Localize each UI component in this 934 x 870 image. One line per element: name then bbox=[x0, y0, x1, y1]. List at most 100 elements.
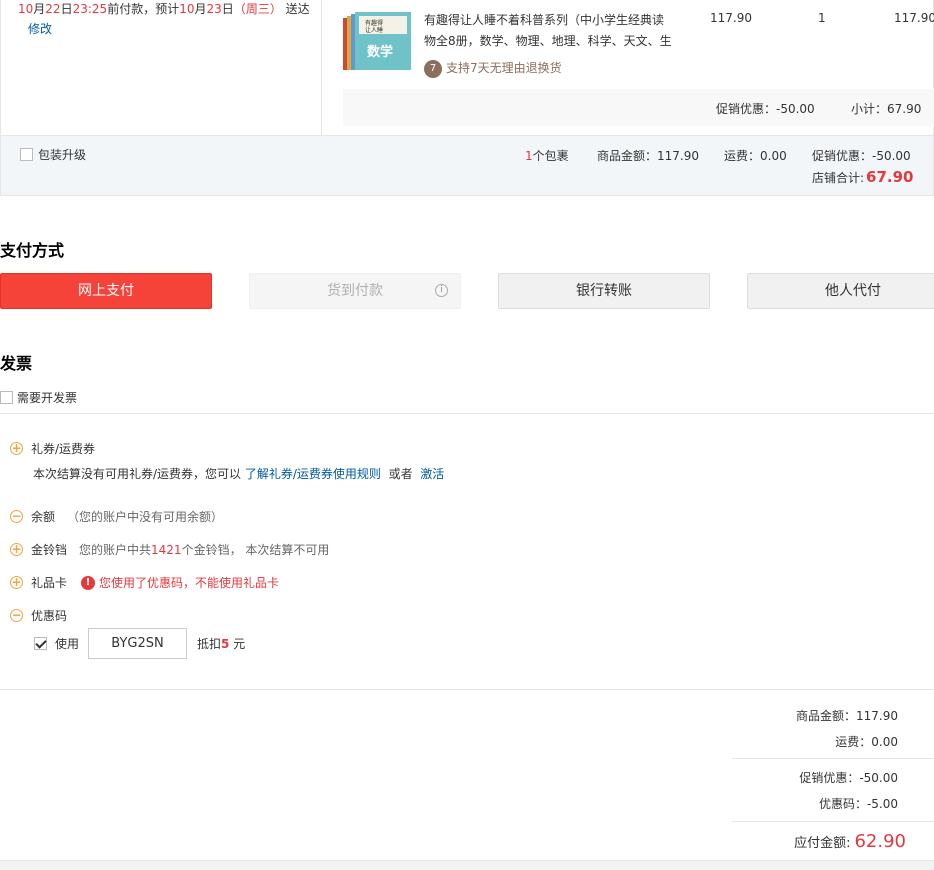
collapse-minus-icon[interactable]: − bbox=[10, 510, 23, 523]
total-shipping: 运费：0.00 bbox=[835, 735, 898, 749]
eta-day-unit: 日 bbox=[221, 2, 234, 16]
divider bbox=[732, 758, 934, 759]
use-promo-code-label: 使用 bbox=[55, 637, 80, 651]
pack-upgrade-checkbox[interactable] bbox=[20, 148, 33, 161]
total-promo-code-discount: 优惠码：-5.00 bbox=[818, 797, 898, 811]
gift-card-name: 礼品卡 bbox=[31, 576, 68, 590]
modify-delivery-link[interactable]: 修改 bbox=[28, 20, 52, 37]
promo-code-use-row: 使用 BYG2SN 抵扣5 元 bbox=[34, 628, 245, 659]
balance-description: （您的账户中没有可用余额） bbox=[67, 510, 224, 524]
eta-day: 23 bbox=[206, 2, 222, 16]
package-count-number: 1 bbox=[525, 149, 533, 163]
pay-deadline-month: 10 bbox=[18, 2, 34, 16]
package-count-text: 个包裹 bbox=[532, 149, 569, 163]
deduct-amount: 5 bbox=[221, 637, 230, 651]
unit-price: 117.90 bbox=[710, 11, 752, 25]
promo-code-input[interactable]: BYG2SN bbox=[88, 628, 188, 659]
eta-weekday-open: （ bbox=[233, 2, 246, 16]
pack-upgrade-label: 包装升级 bbox=[38, 148, 87, 162]
divider bbox=[732, 821, 934, 822]
pack-upgrade-option[interactable]: 包装升级 bbox=[20, 146, 86, 163]
promo-code-name: 优惠码 bbox=[31, 609, 68, 623]
return-policy-badge: 7 支持7天无理由退换货 bbox=[424, 59, 562, 78]
line-total: 117.90 bbox=[894, 11, 934, 25]
coupon-activate-link[interactable]: 激活 bbox=[420, 467, 444, 481]
eta-weekday-close: ） bbox=[269, 2, 282, 16]
gold-bell-name: 金铃铛 bbox=[31, 543, 68, 557]
quantity: 1 bbox=[818, 11, 826, 25]
info-icon[interactable]: i bbox=[435, 284, 448, 297]
deduct-prefix: 抵扣 bbox=[197, 637, 222, 651]
store-total-value: 67.90 bbox=[866, 168, 914, 186]
gift-card-warning: 您使用了优惠码，不能使用礼品卡 bbox=[99, 576, 280, 590]
store-total: 店铺合计: 67.90 bbox=[812, 168, 914, 186]
bottom-bar bbox=[0, 860, 934, 870]
need-invoice-option[interactable]: 需要开发票 bbox=[0, 389, 77, 406]
goods-amount: 商品金额：117.90 bbox=[597, 149, 699, 163]
svg-text:让人睡: 让人睡 bbox=[365, 26, 383, 34]
promo-code-row[interactable]: − 优惠码 bbox=[10, 607, 67, 624]
pay-bank-transfer-button[interactable]: 银行转账 bbox=[498, 273, 710, 309]
use-promo-code-checkbox[interactable] bbox=[34, 637, 47, 650]
delivery-column: 10月22日23:25前付款，预计10月23日（周三） 送达 修改 bbox=[1, 0, 322, 136]
promo-subtotal: 小计：67.90 bbox=[851, 102, 922, 116]
gold-bell-desc-prefix: 您的账户中共 bbox=[79, 543, 152, 557]
pay-deadline-day: 22 bbox=[45, 2, 61, 16]
promo-code-deduction: 抵扣5 元 bbox=[197, 637, 245, 651]
product-thumb-text: 数学 bbox=[367, 44, 393, 60]
return-policy-text: 支持7天无理由退换货 bbox=[446, 61, 562, 75]
eta-weekday: 周三 bbox=[245, 2, 270, 16]
product-thumbnail[interactable]: 有趣得 让人睡 数学 bbox=[343, 10, 413, 74]
pay-by-other-button[interactable]: 他人代付 bbox=[747, 273, 934, 309]
expand-plus-icon[interactable]: + bbox=[10, 442, 23, 455]
gold-bell-desc-suffix: 个金铃铛， 本次结算不可用 bbox=[181, 543, 330, 557]
need-invoice-checkbox[interactable] bbox=[0, 391, 13, 404]
total-promo-discount: 促销优惠：-50.00 bbox=[799, 771, 898, 785]
gold-bell-count: 1421 bbox=[151, 543, 182, 557]
shipping-fee: 运费：0.00 bbox=[724, 149, 787, 163]
coupon-name: 礼券/运费券 bbox=[31, 442, 96, 456]
delivery-time-text: 10月22日23:25前付款，预计10月23日（周三） 送达 bbox=[18, 0, 310, 17]
collapse-minus-icon[interactable]: − bbox=[10, 609, 23, 622]
pay-deadline-month-unit: 月 bbox=[33, 2, 46, 16]
store-total-label: 店铺合计: bbox=[812, 171, 865, 185]
gift-card-row[interactable]: + 礼品卡! 您使用了优惠码，不能使用礼品卡 bbox=[10, 574, 279, 591]
eta-month: 10 bbox=[179, 2, 195, 16]
coupon-or-text: 或者 bbox=[388, 467, 413, 481]
order-block: 10月22日23:25前付款，预计10月23日（周三） 送达 修改 有趣得 让人… bbox=[0, 0, 934, 136]
promo-discount: 促销优惠：-50.00 bbox=[716, 102, 815, 116]
divider bbox=[0, 689, 934, 690]
pay-deadline-day-unit: 日 bbox=[60, 2, 73, 16]
gold-bell-description: 您的账户中共1421个金铃铛， 本次结算不可用 bbox=[79, 543, 329, 557]
eta-suffix: 送达 bbox=[285, 2, 310, 16]
store-summary: 包装升级 1个包裹 商品金额：117.90 运费：0.00 促销优惠：-50.0… bbox=[0, 136, 934, 196]
gold-bell-row[interactable]: + 金铃铛 您的账户中共1421个金铃铛， 本次结算不可用 bbox=[10, 541, 329, 558]
pay-deadline-text: 前付款，预计 bbox=[107, 2, 180, 16]
package-count: 1个包裹 bbox=[525, 147, 569, 164]
expand-plus-icon[interactable]: + bbox=[10, 576, 23, 589]
seven-day-return-icon: 7 bbox=[424, 59, 442, 78]
svg-text:有趣得: 有趣得 bbox=[365, 19, 383, 27]
product-title[interactable]: 有趣得让人睡不着科普系列（中小学生经典读物全8册，数学、物理、地理、科学、天文、… bbox=[424, 10, 674, 52]
coupon-row[interactable]: + 礼券/运费券 bbox=[10, 440, 95, 457]
eta-month-unit: 月 bbox=[194, 2, 207, 16]
coupon-desc-text: 本次结算没有可用礼券/运费券，您可以 bbox=[33, 467, 242, 481]
balance-row[interactable]: − 余额 （您的账户中没有可用余额） bbox=[10, 508, 223, 525]
coupon-description: 本次结算没有可用礼券/运费券，您可以 了解礼券/运费券使用规则 或者 激活 bbox=[33, 465, 444, 482]
payable-label: 应付金额: bbox=[794, 836, 851, 851]
payable-value: 62.90 bbox=[854, 831, 906, 852]
payable-amount: 应付金额: 62.90 bbox=[794, 831, 906, 852]
payment-method-title: 支付方式 bbox=[0, 241, 65, 260]
pay-cod-button[interactable]: 货到付款 i bbox=[249, 273, 461, 309]
promo-amount: 促销优惠：-50.00 bbox=[812, 149, 911, 163]
invoice-title: 发票 bbox=[0, 354, 33, 373]
pay-online-button[interactable]: 网上支付 bbox=[0, 273, 212, 309]
total-goods-amount: 商品金额：117.90 bbox=[796, 709, 898, 723]
divider bbox=[0, 413, 934, 414]
balance-name: 余额 bbox=[31, 510, 56, 524]
coupon-rules-link[interactable]: 了解礼券/运费券使用规则 bbox=[245, 467, 381, 481]
expand-plus-icon[interactable]: + bbox=[10, 543, 23, 556]
deduct-unit: 元 bbox=[233, 637, 246, 651]
promo-bar: 促销优惠：-50.00 小计：67.90 bbox=[343, 89, 934, 126]
need-invoice-label: 需要开发票 bbox=[17, 391, 78, 405]
